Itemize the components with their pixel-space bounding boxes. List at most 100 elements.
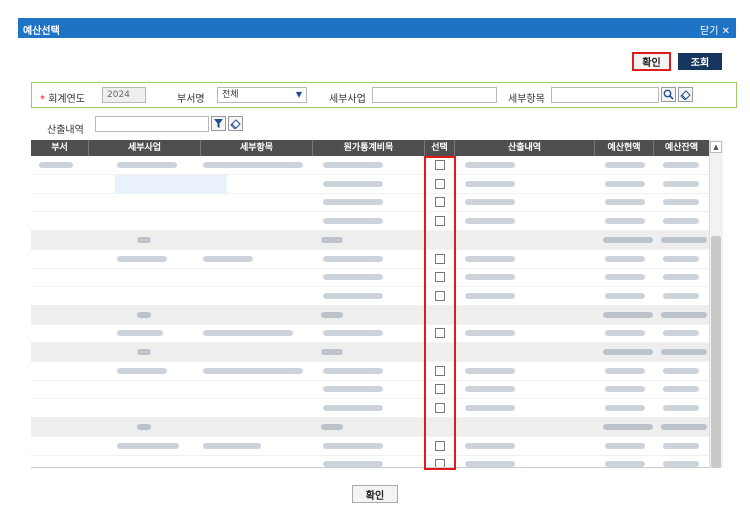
col-header-budget-remaining[interactable]: 예산잔액	[654, 140, 710, 156]
table-row[interactable]	[31, 455, 710, 467]
obscured-cell-text	[605, 405, 645, 412]
select-column-highlight	[424, 156, 456, 470]
obscured-cell-text	[663, 330, 699, 337]
subtotal-row[interactable]	[31, 417, 710, 437]
subtotal-row[interactable]	[31, 230, 710, 250]
obscured-cell-text	[203, 330, 293, 337]
obscured-cell-text	[465, 367, 515, 374]
subtotal-row[interactable]	[31, 343, 710, 362]
confirm-button-top[interactable]: 확인	[632, 52, 671, 71]
col-header-select[interactable]: 선택	[425, 140, 455, 156]
obscured-cell-text	[323, 218, 383, 225]
obscured-cell-text	[661, 236, 707, 243]
obscured-cell-text	[117, 255, 167, 262]
sub-item-label: 세부항목	[508, 94, 545, 105]
obscured-cell-text	[465, 330, 515, 337]
sub-item-input[interactable]	[551, 87, 659, 103]
obscured-cell-text	[117, 330, 163, 337]
obscured-cell-text	[663, 218, 699, 225]
eraser-icon[interactable]	[678, 87, 693, 102]
table-row[interactable]	[31, 324, 710, 344]
close-button[interactable]: 닫기 ✕	[700, 22, 730, 37]
col-header-budget-current[interactable]: 예산현액	[595, 140, 654, 156]
col-header-sub-project[interactable]: 세부사업	[89, 140, 201, 156]
obscured-cell-text	[661, 423, 707, 430]
grid-header: 부서 세부사업 세부항목 원가통계비목 선택 산출내역 예산현액 예산잔액	[31, 140, 723, 156]
selected-cell[interactable]	[115, 174, 227, 194]
department-select[interactable]: 전체 ▼	[217, 87, 307, 103]
table-row[interactable]	[31, 437, 710, 456]
obscured-cell-text	[203, 442, 261, 449]
obscured-cell-text	[323, 386, 383, 393]
calc-detail-input[interactable]	[95, 116, 209, 132]
filter-icon[interactable]	[211, 116, 226, 131]
obscured-cell-text	[465, 274, 515, 281]
table-row[interactable]	[31, 212, 710, 232]
obscured-cell-text	[321, 349, 343, 355]
confirm-button-bottom[interactable]: 확인	[352, 485, 398, 503]
obscured-cell-text	[663, 367, 699, 374]
scroll-thumb[interactable]	[711, 236, 721, 468]
budget-grid: 부서 세부사업 세부항목 원가통계비목 선택 산출내역 예산현액 예산잔액	[31, 140, 723, 468]
col-header-department[interactable]: 부서	[31, 140, 89, 156]
obscured-cell-text	[663, 461, 699, 467]
subtotal-row[interactable]	[31, 305, 710, 325]
chevron-down-icon: ▼	[295, 90, 302, 99]
obscured-cell-text	[117, 442, 179, 449]
obscured-cell-text	[663, 199, 699, 206]
table-row[interactable]	[31, 268, 710, 288]
obscured-cell-text	[605, 255, 645, 262]
table-row[interactable]	[31, 156, 710, 175]
obscured-cell-text	[203, 162, 303, 168]
table-row[interactable]	[31, 362, 710, 381]
table-row[interactable]	[31, 380, 710, 400]
obscured-cell-text	[603, 236, 653, 243]
col-header-calc-detail[interactable]: 산출내역	[455, 140, 595, 156]
col-header-cost-item[interactable]: 원가통계비목	[313, 140, 425, 156]
obscured-cell-text	[137, 311, 151, 318]
obscured-cell-text	[323, 442, 383, 449]
obscured-cell-text	[603, 423, 653, 430]
table-row[interactable]	[31, 193, 710, 213]
table-row[interactable]	[31, 399, 710, 419]
obscured-cell-text	[465, 405, 515, 412]
obscured-cell-text	[323, 367, 383, 374]
obscured-cell-text	[663, 405, 699, 412]
search-icon[interactable]	[661, 87, 676, 102]
obscured-cell-text	[465, 292, 515, 299]
obscured-cell-text	[137, 349, 151, 355]
obscured-cell-text	[117, 162, 177, 168]
obscured-cell-text	[323, 255, 383, 262]
col-header-sub-item[interactable]: 세부항목	[201, 140, 313, 156]
obscured-cell-text	[605, 292, 645, 299]
obscured-cell-text	[603, 311, 653, 318]
obscured-cell-text	[603, 349, 653, 355]
obscured-cell-text	[663, 442, 699, 449]
obscured-cell-text	[323, 405, 383, 412]
table-row[interactable]	[31, 174, 710, 194]
obscured-cell-text	[323, 292, 383, 299]
calc-detail-label: 산출내역	[47, 125, 84, 136]
obscured-cell-text	[465, 180, 515, 187]
search-button[interactable]: 조회	[678, 53, 722, 70]
obscured-cell-text	[323, 274, 383, 281]
obscured-cell-text	[605, 274, 645, 281]
obscured-cell-text	[323, 162, 383, 168]
obscured-cell-text	[663, 180, 699, 187]
obscured-cell-text	[663, 255, 699, 262]
department-label: 부서명	[177, 94, 205, 105]
sub-project-input[interactable]	[372, 87, 497, 103]
obscured-cell-text	[605, 218, 645, 225]
dialog-titlebar: 예산선택 닫기 ✕	[18, 18, 736, 38]
table-row[interactable]	[31, 287, 710, 306]
obscured-cell-text	[203, 367, 303, 374]
obscured-cell-text	[605, 180, 645, 187]
obscured-cell-text	[605, 386, 645, 393]
obscured-cell-text	[663, 386, 699, 393]
obscured-cell-text	[323, 180, 383, 187]
eraser-icon[interactable]	[228, 116, 243, 131]
table-row[interactable]	[31, 250, 710, 269]
obscured-cell-text	[605, 367, 645, 374]
obscured-cell-text	[321, 236, 343, 243]
scroll-up-icon[interactable]: ▲	[710, 141, 722, 153]
